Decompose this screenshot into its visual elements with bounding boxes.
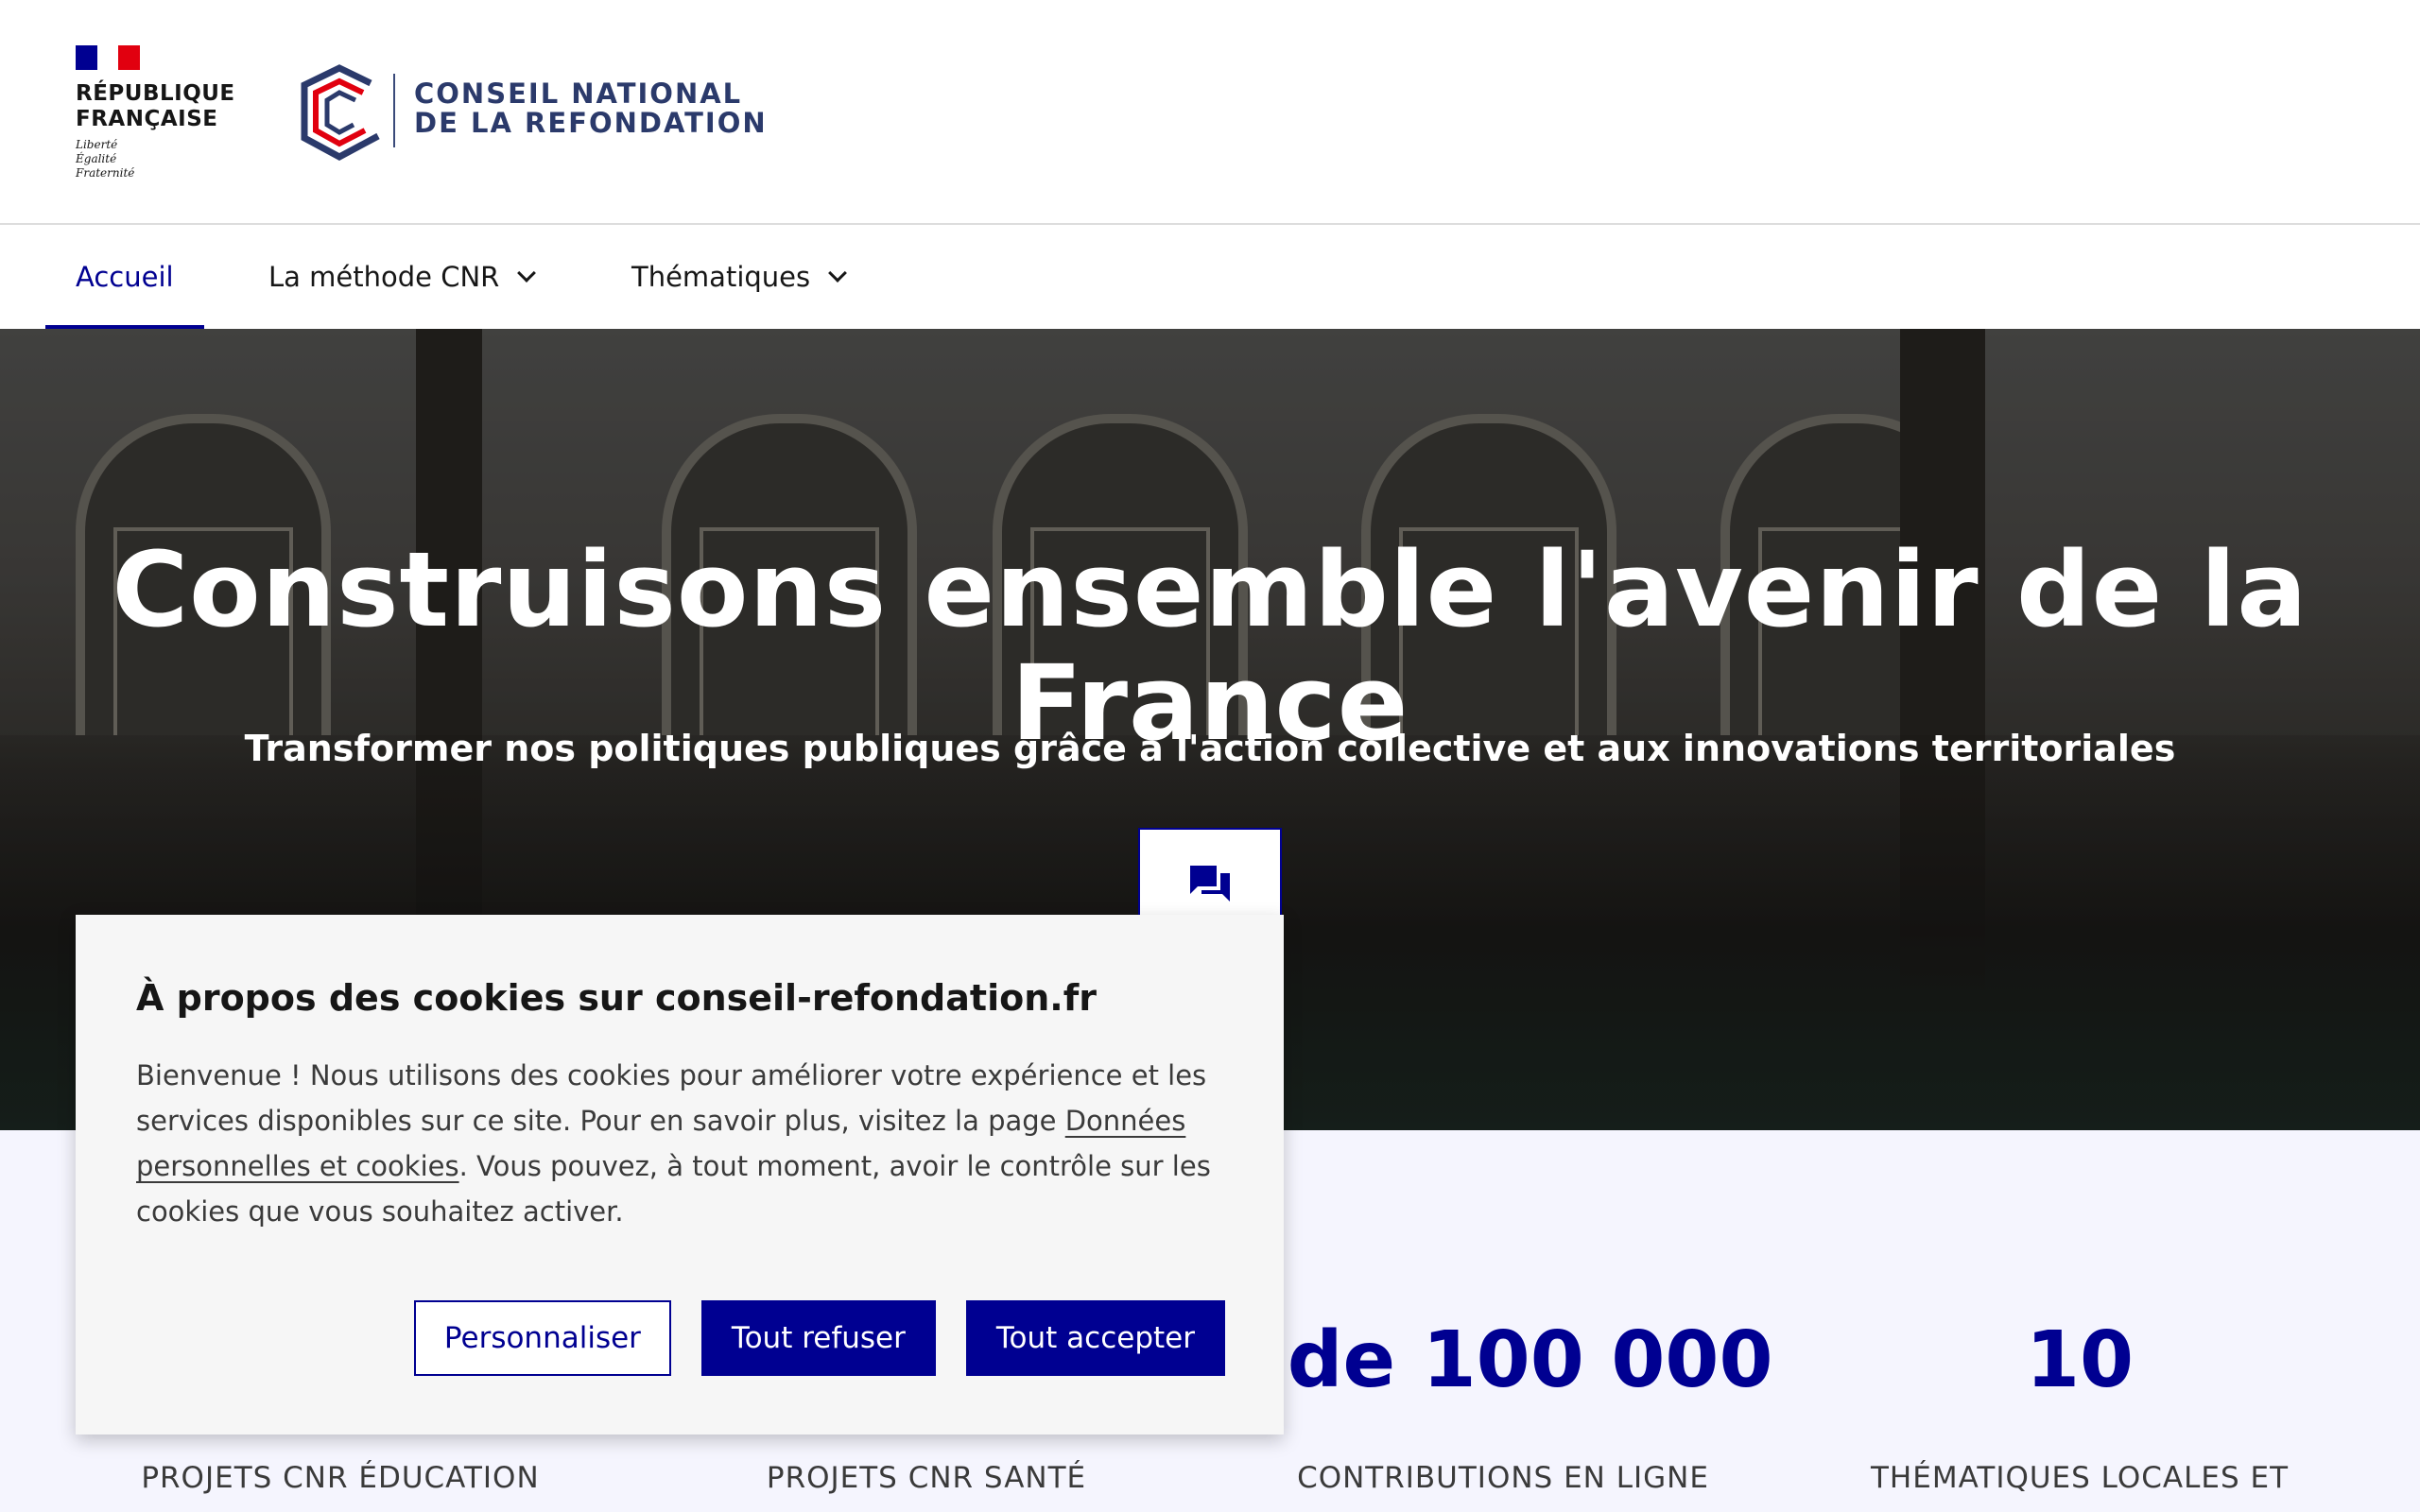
cookie-banner-title: À propos des cookies sur conseil-refonda… (136, 977, 1097, 1019)
customize-cookies-button[interactable]: Personnaliser (413, 1300, 671, 1376)
stat-label-education: PROJETS CNR ÉDUCATION (141, 1461, 540, 1495)
republique-motto: Liberté Égalité Fraternité (76, 138, 135, 180)
stat-label-contributions: CONTRIBUTIONS EN LIGNE (1297, 1461, 1709, 1495)
main-navigation: Accueil La méthode CNR Thématiques (0, 225, 2420, 329)
cookie-buttons: Personnaliser Tout refuser Tout accepter (413, 1300, 1225, 1376)
republique-francaise-logo[interactable]: RÉPUBLIQUE FRANÇAISE Liberté Égalité Fra… (76, 45, 235, 180)
chat-bubbles-icon (1190, 866, 1230, 902)
republique-francaise-name: RÉPUBLIQUE FRANÇAISE (76, 81, 235, 131)
hero-subtitle: Transformer nos politiques publiques grâ… (244, 728, 2176, 769)
stat-label-sante: PROJETS CNR SANTÉ (766, 1461, 1087, 1495)
cookie-consent-banner: À propos des cookies sur conseil-refonda… (76, 915, 1284, 1435)
accept-all-cookies-button[interactable]: Tout accepter (965, 1300, 1225, 1376)
refuse-all-cookies-button[interactable]: Tout refuser (700, 1300, 936, 1376)
chevron-down-icon (517, 264, 537, 283)
nav-item-accueil[interactable]: Accueil (45, 225, 203, 329)
logo-divider (393, 74, 395, 147)
nav-item-thematiques[interactable]: Thématiques (631, 225, 848, 329)
cookie-banner-text: Bienvenue ! Nous utilisons des cookies p… (136, 1059, 1211, 1228)
cnr-site-name[interactable]: CONSEIL NATIONAL DE LA REFONDATION (414, 79, 768, 138)
chevron-down-icon (828, 264, 848, 283)
french-flag-icon (76, 45, 141, 70)
stat-label-thematiques: THÉMATIQUES LOCALES ET (1871, 1461, 2289, 1495)
cnr-hexagon-logo-icon[interactable] (295, 64, 384, 163)
stat-value-thematiques: 10 (2025, 1315, 2135, 1405)
site-header: RÉPUBLIQUE FRANÇAISE Liberté Égalité Fra… (0, 0, 2420, 225)
nav-item-methode-cnr[interactable]: La méthode CNR (268, 225, 537, 329)
